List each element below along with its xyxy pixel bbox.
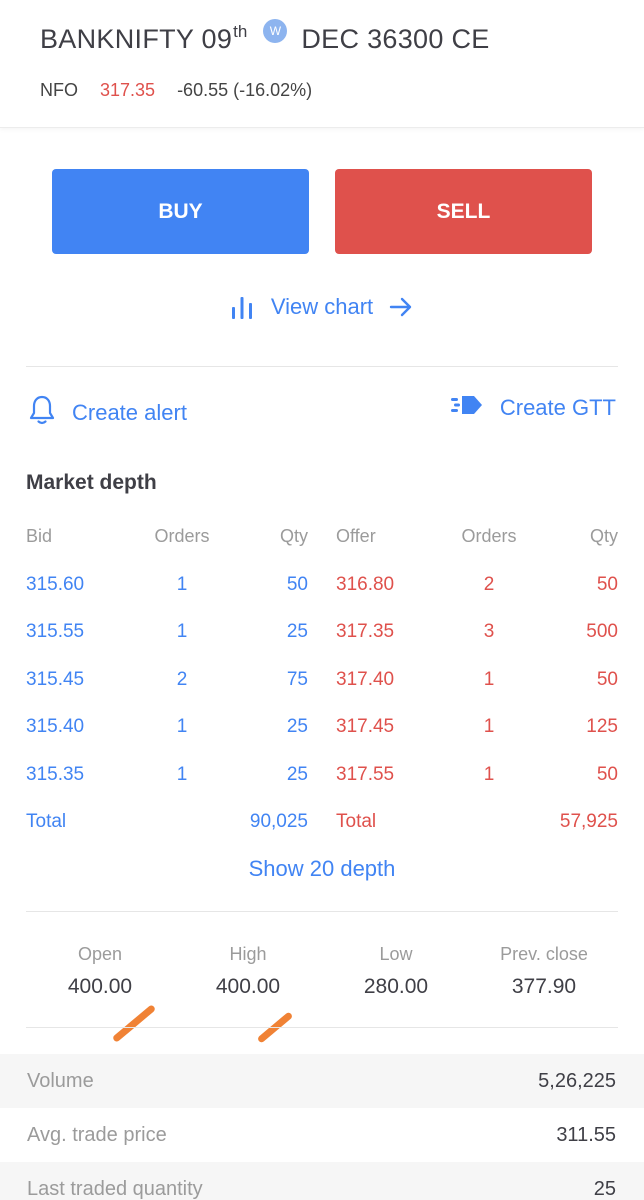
divider [26, 911, 618, 912]
stat-value: 5,26,225 [538, 1069, 616, 1092]
stat-row-avg-price: Avg. trade price 311.55 [0, 1108, 644, 1162]
show-20-depth-link[interactable]: Show 20 depth [0, 856, 644, 882]
gtt-icon [450, 394, 484, 422]
market-depth-table: Bid Orders Qty Offer Orders Qty 315.60 1… [26, 520, 618, 853]
header-bid-qty: Qty [279, 526, 308, 546]
bid-price: 315.60 [26, 573, 85, 595]
sell-button[interactable]: SELL [335, 169, 592, 254]
last-traded-price: 317.35 [100, 80, 156, 100]
ohlc-value: 400.00 [67, 975, 133, 998]
create-alert-button[interactable]: Create alert [28, 394, 187, 432]
bid-orders: 1 [176, 716, 188, 737]
bid-price: 315.40 [26, 716, 85, 737]
offer-price: 317.45 [336, 716, 395, 737]
header-offer-qty: Qty [589, 526, 618, 546]
stat-row-last-qty: Last traded quantity 25 [0, 1162, 644, 1200]
divider [26, 1027, 618, 1028]
annotation-stroke [111, 1004, 157, 1043]
price-row: NFO 317.35 -60.55 (-16.02%) [40, 80, 312, 101]
bid-price: 315.55 [26, 621, 85, 642]
ohlc-summary: Open 400.00 High 400.00 Low 280.00 Prev.… [26, 944, 618, 999]
offer-orders: 3 [483, 621, 495, 642]
offer-price: 317.40 [336, 668, 395, 690]
total-offer-label: Total [336, 811, 377, 832]
buy-button[interactable]: BUY [52, 169, 309, 254]
stat-label: Avg. trade price [27, 1123, 167, 1146]
bid-price: 315.45 [26, 668, 85, 690]
ohlc-label: Low [379, 944, 413, 964]
view-chart-label: View chart [270, 294, 374, 319]
offer-price: 317.35 [336, 621, 395, 642]
divider [26, 366, 618, 367]
title-suffix: DEC 36300 CE [301, 24, 490, 54]
instrument-header: BANKNIFTY 09 th W DEC 36300 CE NFO 317.3… [0, 0, 644, 128]
offer-qty: 125 [586, 716, 618, 737]
bar-chart-icon [231, 295, 253, 319]
exchange-label: NFO [40, 80, 78, 100]
bid-qty: 25 [286, 716, 308, 737]
bid-orders: 2 [176, 668, 188, 690]
market-depth-title: Market depth [26, 471, 157, 494]
total-bid-label: Total [26, 811, 67, 832]
offer-price: 317.55 [336, 763, 395, 785]
create-gtt-button[interactable]: Create GTT [450, 394, 616, 422]
arrow-right-icon [389, 296, 413, 318]
depth-row[interactable]: 315.60 1 50 316.80 2 50 [26, 568, 618, 616]
offer-qty: 50 [596, 668, 618, 690]
stat-row-volume: Volume 5,26,225 [0, 1054, 644, 1108]
offer-price: 316.80 [336, 573, 395, 595]
depth-row[interactable]: 315.40 1 25 317.45 1 125 [26, 710, 618, 758]
bid-qty: 50 [286, 573, 308, 595]
ohlc-value: 400.00 [215, 975, 281, 998]
bid-orders: 1 [176, 763, 188, 785]
quote-stats: Volume 5,26,225 Avg. trade price 311.55 … [0, 1054, 644, 1200]
offer-qty: 500 [586, 621, 618, 642]
bid-qty: 25 [286, 763, 308, 785]
bid-orders: 1 [176, 573, 188, 595]
ohlc-high: High 400.00 [174, 944, 322, 999]
instrument-title: BANKNIFTY 09 th W DEC 36300 CE [40, 19, 490, 55]
offer-qty: 50 [596, 763, 618, 785]
depth-row[interactable]: 315.35 1 25 317.55 1 50 [26, 758, 618, 806]
bid-qty: 75 [286, 668, 308, 690]
title-prefix: BANKNIFTY 09 [40, 24, 233, 54]
bell-icon [28, 394, 56, 432]
stat-label: Last traded quantity [27, 1177, 203, 1200]
header-offer: Offer [336, 526, 376, 546]
ohlc-label: High [229, 944, 267, 964]
depth-total-row: Total 90,025 Total 57,925 [26, 805, 618, 853]
header-bid: Bid [26, 526, 53, 546]
ohlc-prev-close: Prev. close 377.90 [470, 944, 618, 999]
bid-price: 315.35 [26, 763, 85, 785]
depth-row[interactable]: 315.45 2 75 317.40 1 50 [26, 663, 618, 711]
header-bid-orders: Orders [154, 526, 210, 546]
depth-header-row: Bid Orders Qty Offer Orders Qty [26, 520, 618, 568]
price-change: -60.55 (-16.02%) [177, 80, 313, 100]
total-offer-qty: 57,925 [559, 811, 618, 832]
view-chart-link[interactable]: View chart [0, 294, 644, 320]
ohlc-value: 280.00 [363, 975, 429, 998]
weekly-badge: W [263, 19, 288, 43]
offer-orders: 1 [483, 668, 495, 690]
ohlc-label: Prev. close [500, 944, 588, 964]
depth-row[interactable]: 315.55 1 25 317.35 3 500 [26, 615, 618, 663]
offer-orders: 1 [483, 716, 495, 737]
create-alert-label: Create alert [72, 400, 187, 425]
ohlc-open: Open 400.00 [26, 944, 174, 999]
stat-label: Volume [27, 1069, 94, 1092]
offer-qty: 50 [596, 573, 618, 595]
header-offer-orders: Orders [461, 526, 517, 546]
stat-value: 25 [593, 1177, 616, 1200]
ohlc-value: 377.90 [511, 975, 577, 998]
bid-qty: 25 [286, 621, 308, 642]
bid-orders: 1 [176, 621, 188, 642]
title-superscript: th [233, 22, 248, 41]
offer-orders: 2 [483, 573, 495, 595]
create-gtt-label: Create GTT [499, 395, 616, 420]
ohlc-low: Low 280.00 [322, 944, 470, 999]
offer-orders: 1 [483, 763, 495, 785]
total-bid-qty: 90,025 [249, 811, 308, 832]
stat-value: 311.55 [556, 1123, 616, 1146]
ohlc-label: Open [77, 944, 123, 964]
